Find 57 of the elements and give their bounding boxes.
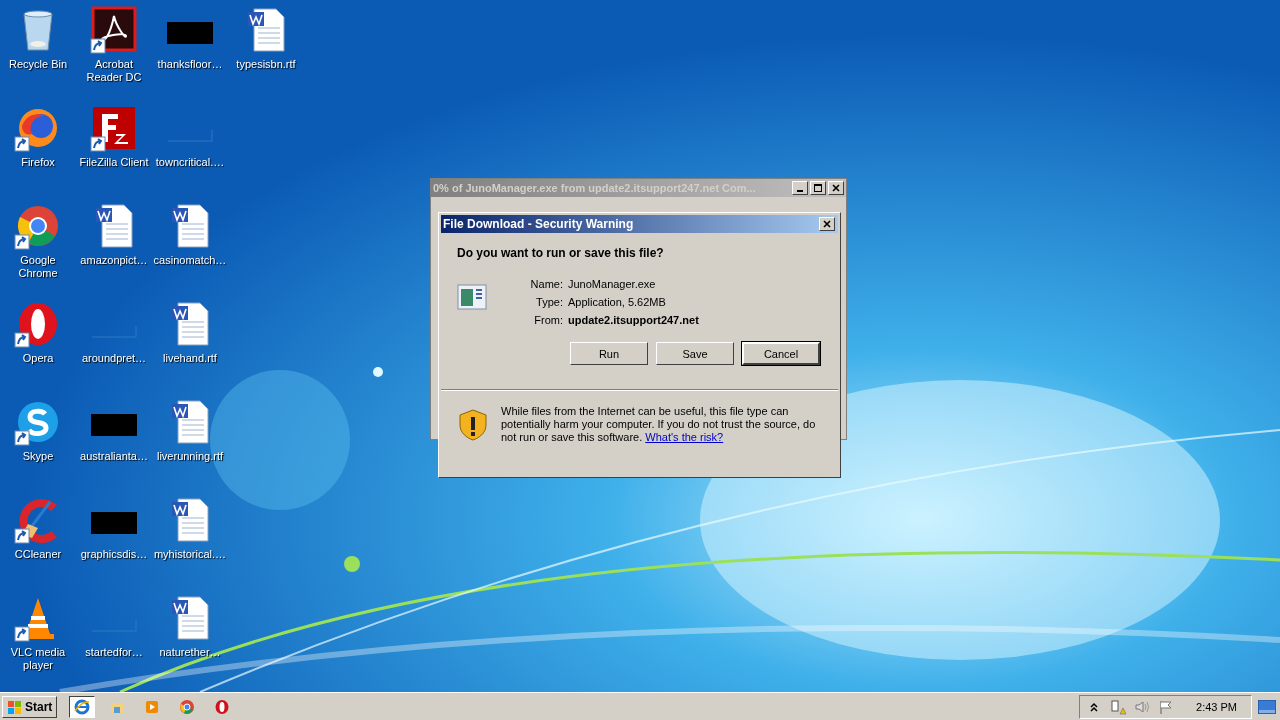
app-icon	[74, 698, 91, 715]
minimize-icon	[797, 190, 803, 192]
four-squares-icon	[7, 698, 23, 715]
icon-label: startedfor…	[84, 646, 144, 659]
icon-label: Google Chrome	[17, 254, 59, 280]
acrobat-icon[interactable]	[90, 6, 138, 54]
app-icon	[214, 698, 231, 715]
warning-shield-icon	[459, 409, 487, 441]
close-button[interactable]	[828, 181, 844, 195]
icon-label: naturether…	[158, 646, 222, 659]
icon-label: Recycle Bin	[7, 58, 69, 71]
icon-label: myhistorical.…	[153, 548, 227, 561]
maximize-icon	[813, 183, 823, 193]
icon-label: livehand.rtf	[162, 352, 218, 365]
cancel-button[interactable]: Cancel	[742, 342, 820, 365]
save-button[interactable]: Save	[656, 342, 734, 365]
close-icon	[831, 183, 841, 193]
icon-label: liverunning.rtf	[155, 450, 224, 463]
risk-link[interactable]: What's the risk?	[645, 431, 724, 443]
browser-e-icon[interactable]	[69, 695, 96, 718]
network-warning-icon[interactable]	[1110, 698, 1127, 715]
icon-label: amazonpict…	[79, 254, 149, 267]
icon-label: typesisbn.rtf	[235, 58, 297, 71]
icon-label: casinomatch…	[153, 254, 227, 267]
dialog-title: File Download - Security Warning	[443, 217, 634, 231]
minimize-button[interactable]	[792, 181, 808, 195]
clock[interactable]: 2:43 PM	[1196, 700, 1237, 713]
maximize-button[interactable]	[810, 181, 826, 195]
run-button[interactable]: Run	[570, 342, 648, 365]
close-button[interactable]	[819, 217, 835, 231]
icon-label: graphicsdis…	[79, 548, 149, 561]
close-icon	[822, 219, 832, 229]
filezilla-icon[interactable]	[90, 104, 138, 152]
icon-label: CCleaner	[13, 548, 63, 561]
app-icon	[144, 698, 161, 715]
warning-text: While files from the Internet can be useful, this file type can potentially harm your computer. If you do not trust the source, do not run or save this software. What's the risk?	[501, 405, 817, 444]
icon-label: towncritical.…	[154, 156, 226, 169]
icon-label: Firefox	[20, 156, 56, 169]
icon-label: Opera	[21, 352, 55, 365]
field-label: From:	[533, 314, 563, 326]
dialog-question: Do you want to run or save this file?	[457, 246, 665, 260]
icon-label: Skype	[21, 450, 55, 463]
field-value: Application, 5.62MB	[568, 296, 667, 308]
application-icon	[457, 284, 487, 310]
field-label: Type:	[535, 296, 563, 308]
field-value: JunoManager.exe	[568, 278, 657, 290]
show-desktop-icon[interactable]	[1258, 699, 1276, 714]
icon-label: australianta…	[79, 450, 149, 463]
icon-label: aroundpret…	[80, 352, 148, 365]
field-label: Name:	[529, 278, 563, 290]
start-button[interactable]: Start	[2, 695, 58, 718]
icon-label: VLC media player	[9, 646, 67, 672]
icon-label: Acrobat Reader DC	[85, 58, 143, 84]
icon-label: FileZilla Client	[78, 156, 150, 169]
field-value: update2.itsupport247.net	[568, 314, 699, 326]
app-icon	[179, 698, 196, 715]
icon-label: thanksfloor…	[156, 58, 224, 71]
